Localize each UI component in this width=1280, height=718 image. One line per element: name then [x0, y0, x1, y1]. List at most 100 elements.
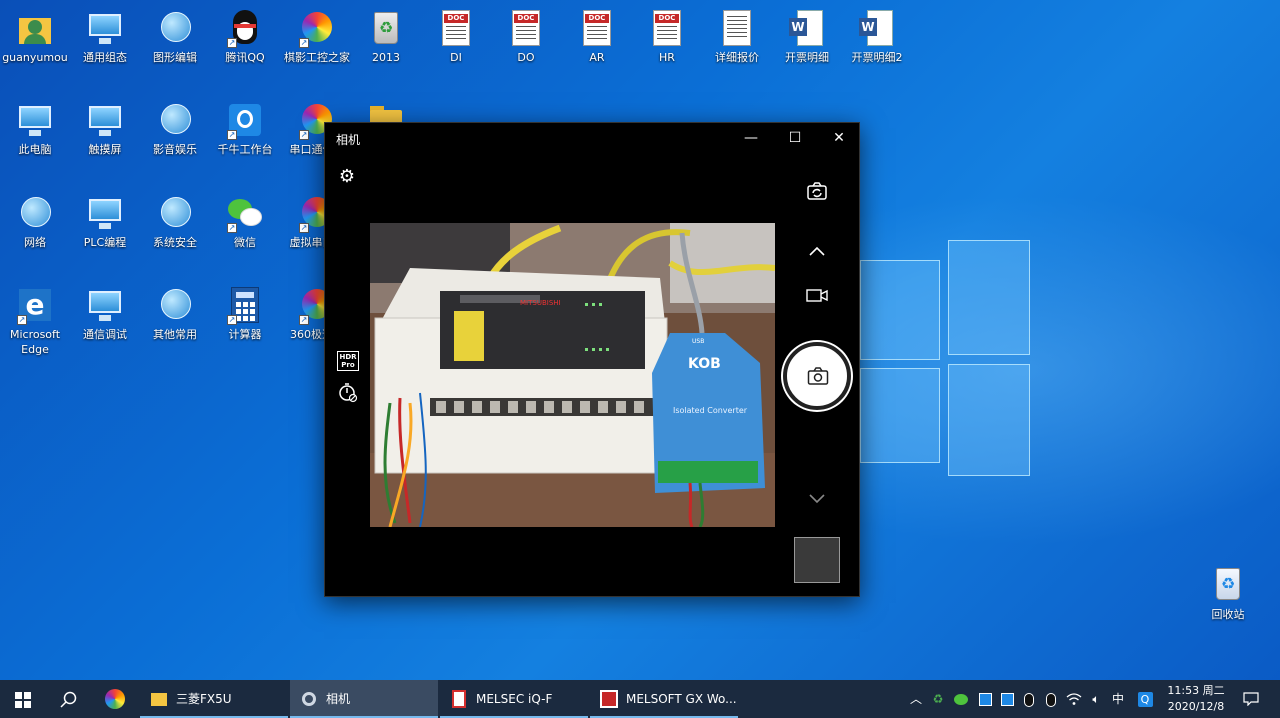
chevron-down-icon[interactable] [805, 489, 829, 509]
network-globe-icon [155, 285, 195, 325]
desktop-icon-guanyumou[interactable]: guanyumou [0, 8, 70, 65]
desktop-icon-di[interactable]: DOC DI [421, 8, 491, 65]
calculator-icon: ↗ [225, 285, 265, 325]
switch-camera-icon[interactable] [805, 179, 829, 203]
gear-icon[interactable]: ⚙ [337, 167, 357, 187]
desktop-icon-qianniu[interactable]: ↗ 千牛工作台 [210, 100, 280, 157]
title-bar[interactable]: 相机 — ☐ ✕ [325, 123, 859, 153]
tray-qq-icon[interactable] [1018, 680, 1040, 718]
desktop-icon-tongyong[interactable]: 通用组态 [70, 8, 140, 65]
desktop-icon-label: 其他常用 [153, 328, 197, 341]
network-globe-icon [155, 100, 195, 140]
color-wheel-icon: ↗ [297, 8, 337, 48]
desktop-icon-tuxing[interactable]: 图形编辑 [140, 8, 210, 65]
desktop-icon-kaipiao2[interactable]: W 开票明细2 [842, 8, 912, 65]
desktop-icon-comm-debug[interactable]: 通信调试 [70, 285, 140, 342]
desktop-icon-kaipiao[interactable]: W 开票明细 [772, 8, 842, 65]
camera-preview: MITSUBISHI KOB Isolated Converter USB [370, 223, 775, 527]
desktop-icon-label: PLC编程 [83, 236, 127, 249]
camera-window[interactable]: 相机 — ☐ ✕ ⚙ HDR Pro MITSUBISHI KOB Isolat… [324, 122, 860, 597]
desktop-icon-wechat[interactable]: ↗ 微信 [210, 193, 280, 250]
desktop-icon-label: 通信调试 [83, 328, 127, 341]
windows-wallpaper-logo [860, 240, 1030, 480]
close-button[interactable]: ✕ [817, 123, 861, 153]
desktop-icon-security[interactable]: 系统安全 [140, 193, 210, 250]
tray-recycle-icon[interactable]: ♻ [928, 680, 948, 718]
desktop-icon-label: 影音娱乐 [153, 143, 197, 156]
tray-q-icon[interactable]: Q [1133, 680, 1157, 718]
desktop-icon-label: guanyumou [2, 51, 68, 64]
taskbar-item-gx-works[interactable]: MELSOFT GX Wo... [590, 680, 738, 718]
desktop-icon-label: 网络 [24, 236, 46, 249]
taskbar-item-camera[interactable]: 相机 [290, 680, 438, 718]
desktop-icon-label: 开票明细 [785, 51, 829, 64]
recycle-bin-label: 回收站 [1211, 608, 1245, 621]
usb-label: USB [692, 338, 704, 345]
desktop-icon-label: 通用组态 [83, 51, 127, 64]
taskbar-item-folder[interactable]: 三菱FX5U [140, 680, 288, 718]
word-document-icon: W [787, 8, 827, 48]
desktop-icon-this-pc[interactable]: 此电脑 [0, 100, 70, 157]
desktop-icon-touchscreen[interactable]: 触摸屏 [70, 100, 140, 157]
tray-qq-icon[interactable] [1040, 680, 1062, 718]
desktop-icon-calculator[interactable]: ↗ 计算器 [210, 285, 280, 342]
taskbar: 三菱FX5U 相机 MELSEC iQ-F FX5... MELSOFT GX … [0, 680, 1280, 718]
windows-start-icon[interactable] [0, 680, 46, 718]
folder-icon [150, 690, 168, 708]
camera-icon [807, 367, 829, 385]
desktop-icon-network[interactable]: 网络 [0, 193, 70, 250]
desktop-icon-xiangxi[interactable]: 详细报价 [702, 8, 772, 65]
tray-app-icon[interactable] [996, 680, 1018, 718]
desktop-icon-qq[interactable]: ↗ 腾讯QQ [210, 8, 280, 65]
pdf-icon [450, 690, 468, 708]
desktop-icon-do[interactable]: DOC DO [491, 8, 561, 65]
video-camera-icon[interactable] [805, 285, 829, 305]
converter-text: Isolated Converter [673, 406, 748, 415]
taskbar-item-pdf[interactable]: MELSEC iQ-F FX5... [440, 680, 588, 718]
desktop-icon-ar[interactable]: DOC AR [562, 8, 632, 65]
desktop-icon-edge[interactable]: e ↗ Microsoft Edge [0, 285, 70, 357]
chevron-up-icon[interactable]: ︿ [906, 680, 926, 718]
desktop-icon-label: DI [450, 51, 462, 64]
shutter-button[interactable] [783, 342, 851, 410]
taskbar-item-label: 三菱FX5U [176, 692, 232, 706]
desktop-icon-label: 触摸屏 [88, 143, 122, 156]
chevron-up-icon[interactable] [805, 241, 829, 261]
desktop-icon-label: Microsoft Edge [9, 328, 61, 356]
color-wheel-icon[interactable] [96, 680, 136, 718]
notification-icon[interactable] [1236, 680, 1266, 718]
desktop-icon-plc[interactable]: PLC编程 [70, 193, 140, 250]
ime-indicator[interactable]: 中 [1107, 680, 1129, 718]
timer-off-icon[interactable] [337, 381, 359, 403]
tray-app-icon[interactable] [974, 680, 996, 718]
gx-works-icon [600, 690, 618, 708]
desktop-icon-label: HR [659, 51, 675, 64]
network-monitor-icon [85, 8, 125, 48]
minimize-button[interactable]: — [729, 123, 773, 153]
window-title: 相机 [336, 133, 361, 147]
desktop-icon-label: 计算器 [228, 328, 262, 341]
network-monitor-icon [85, 193, 125, 233]
taskbar-item-label: 相机 [326, 692, 351, 706]
desktop-icon-other[interactable]: 其他常用 [140, 285, 210, 342]
word-document-icon: W [857, 8, 897, 48]
plc-brand-label: MITSUBISHI [520, 299, 561, 307]
network-monitor-icon [85, 285, 125, 325]
desktop-icon-hr[interactable]: DOC HR [632, 8, 702, 65]
hdr-pro-toggle[interactable]: HDR Pro [337, 351, 359, 371]
desktop-icon-media[interactable]: 影音娱乐 [140, 100, 210, 157]
wifi-icon[interactable] [1063, 680, 1085, 718]
tray-wechat-icon[interactable] [950, 680, 972, 718]
qq-penguin-icon: ↗ [225, 8, 265, 48]
system-clock[interactable]: 11:53 周二 2020/12/8 [1160, 683, 1232, 715]
search-icon[interactable] [46, 680, 92, 718]
desktop-icon-qiying[interactable]: ↗ 棋影工控之家 [282, 8, 352, 65]
qianniu-icon: ↗ [225, 100, 265, 140]
desktop-icon-recycle-bin[interactable]: ♻ 回收站 [1193, 564, 1263, 622]
network-globe-icon [155, 8, 195, 48]
maximize-button[interactable]: ☐ [773, 123, 817, 153]
volume-icon[interactable]: 🔈︎ [1085, 680, 1107, 718]
desktop-icon-2013[interactable]: ♻ 2013 [351, 8, 421, 65]
doc-file-icon: DOC [577, 8, 617, 48]
last-capture-thumbnail[interactable] [794, 537, 840, 583]
